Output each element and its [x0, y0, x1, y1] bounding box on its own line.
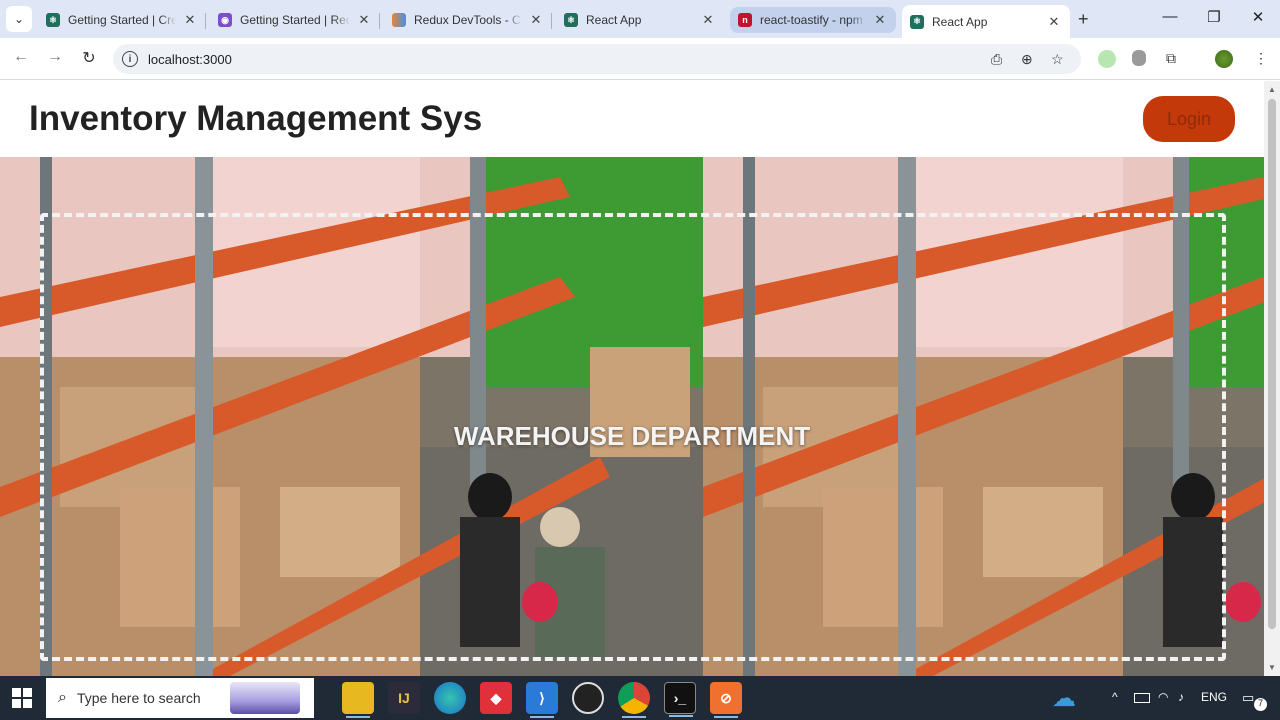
- jetbrains-ide-icon[interactable]: IJ: [388, 682, 420, 714]
- app-header: Inventory Management Sys Login: [0, 81, 1264, 157]
- tab-react-app[interactable]: ⚛ React App ✕: [556, 5, 724, 35]
- tab-close-icon[interactable]: ✕: [356, 12, 372, 28]
- npm-favicon-icon: n: [738, 13, 752, 27]
- tab-react-toastify[interactable]: n react-toastify - npm ✕: [730, 7, 896, 33]
- bookmark-star-icon[interactable]: ☆: [1051, 51, 1064, 68]
- show-hidden-icons-chevron[interactable]: ^: [1112, 690, 1118, 704]
- reload-button[interactable]: ↻: [78, 48, 100, 68]
- profile-avatar[interactable]: [1215, 50, 1233, 68]
- tab-getting-started-redux[interactable]: ◉ Getting Started | Redux ✕: [210, 5, 380, 35]
- search-icon: ⌕: [58, 689, 67, 706]
- devtools-favicon-icon: [392, 13, 406, 27]
- taskbar-search-placeholder: Type here to search: [76, 690, 201, 706]
- search-highlight-image: [230, 682, 300, 714]
- tab-getting-started-create[interactable]: ⚛ Getting Started | Create ✕: [38, 5, 206, 35]
- wifi-icon[interactable]: ◠: [1158, 690, 1168, 704]
- restore-button[interactable]: ❐: [1204, 8, 1224, 26]
- window-close-button[interactable]: ✕: [1248, 8, 1268, 26]
- scrollbar-thumb[interactable]: [1268, 99, 1276, 629]
- redux-favicon-icon: ◉: [218, 13, 232, 27]
- tab-search-button[interactable]: ⌄: [6, 6, 32, 32]
- onedrive-cloud-icon[interactable]: ☁: [1052, 684, 1076, 713]
- tab-title: Getting Started | Redux: [240, 13, 350, 27]
- react-favicon-icon: ⚛: [910, 14, 924, 29]
- tab-close-icon[interactable]: ✕: [1046, 14, 1062, 30]
- tab-title: Redux DevTools - Chrome: [414, 13, 522, 27]
- extension-icon[interactable]: [1098, 50, 1116, 68]
- edge-browser-icon[interactable]: [434, 682, 466, 714]
- tab-close-icon[interactable]: ✕: [528, 12, 544, 28]
- tab-title: react-toastify - npm: [760, 13, 863, 27]
- file-explorer-icon[interactable]: [342, 682, 374, 718]
- browser-tab-strip: ⌄ ⚛ Getting Started | Create ✕ ◉ Getting…: [0, 0, 1280, 38]
- battery-icon[interactable]: [1134, 693, 1150, 703]
- windows-taskbar: ⌕ Type here to search IJ ◆ ⟩ ›_ ⊘ ☁ ^ ◠ …: [0, 676, 1280, 720]
- scroll-down-icon[interactable]: ▼: [1268, 663, 1276, 672]
- browser-toolbar: ← → ↻ i localhost:3000 ⎙ ⊕ ☆ ⧉ ⋮: [0, 38, 1280, 80]
- zoom-icon[interactable]: ⊕: [1021, 51, 1033, 68]
- anydesk-icon[interactable]: ◆: [480, 682, 512, 714]
- hero-heading: WAREHOUSE DEPARTMENT: [453, 421, 811, 451]
- new-tab-button[interactable]: +: [1078, 9, 1089, 30]
- hero-banner: WAREHOUSE DEPARTMENT: [0, 157, 1264, 676]
- extensions-puzzle-icon[interactable]: ⧉: [1166, 50, 1176, 67]
- volume-icon[interactable]: ♪: [1178, 690, 1184, 704]
- tab-redux-devtools[interactable]: Redux DevTools - Chrome ✕: [384, 5, 552, 35]
- language-indicator[interactable]: ENG: [1201, 690, 1227, 704]
- tab-close-icon[interactable]: ✕: [700, 12, 716, 28]
- notification-count-badge: 7: [1254, 698, 1267, 711]
- notification-center-icon[interactable]: ▭: [1242, 690, 1254, 706]
- page-scrollbar[interactable]: ▲ ▼: [1264, 81, 1280, 676]
- minimize-button[interactable]: —: [1160, 8, 1180, 25]
- back-button[interactable]: ←: [10, 48, 32, 66]
- tab-close-icon[interactable]: ✕: [872, 12, 888, 28]
- login-button[interactable]: Login: [1143, 96, 1235, 142]
- windows-start-icon[interactable]: [12, 688, 32, 708]
- url-text[interactable]: localhost:3000: [148, 52, 232, 67]
- taskbar-search-box[interactable]: ⌕ Type here to search: [46, 678, 314, 718]
- tab-title: React App: [586, 13, 642, 27]
- app-title: Inventory Management Sys: [29, 99, 483, 138]
- obs-studio-icon[interactable]: [572, 682, 604, 714]
- react-favicon-icon: ⚛: [46, 13, 60, 27]
- chrome-icon[interactable]: [618, 682, 650, 718]
- chevron-down-icon: ⌄: [13, 12, 25, 26]
- forward-button[interactable]: →: [44, 48, 66, 66]
- bug-extension-icon[interactable]: [1132, 50, 1146, 66]
- menu-kebab-icon[interactable]: ⋮: [1254, 50, 1268, 67]
- tab-close-icon[interactable]: ✕: [182, 12, 198, 28]
- tab-title: Getting Started | Create: [68, 13, 176, 27]
- scroll-up-icon[interactable]: ▲: [1268, 85, 1276, 94]
- tab-react-app-active[interactable]: ⚛ React App ✕: [902, 5, 1070, 38]
- install-app-icon[interactable]: ⎙: [991, 51, 1002, 68]
- terminal-icon[interactable]: ›_: [664, 682, 696, 717]
- postman-icon[interactable]: ⊘: [710, 682, 742, 718]
- react-favicon-icon: ⚛: [564, 13, 578, 27]
- site-info-icon[interactable]: i: [122, 51, 138, 67]
- vscode-icon[interactable]: ⟩: [526, 682, 558, 718]
- tab-title: React App: [932, 14, 988, 29]
- address-bar[interactable]: i localhost:3000 ⎙ ⊕ ☆: [113, 44, 1081, 74]
